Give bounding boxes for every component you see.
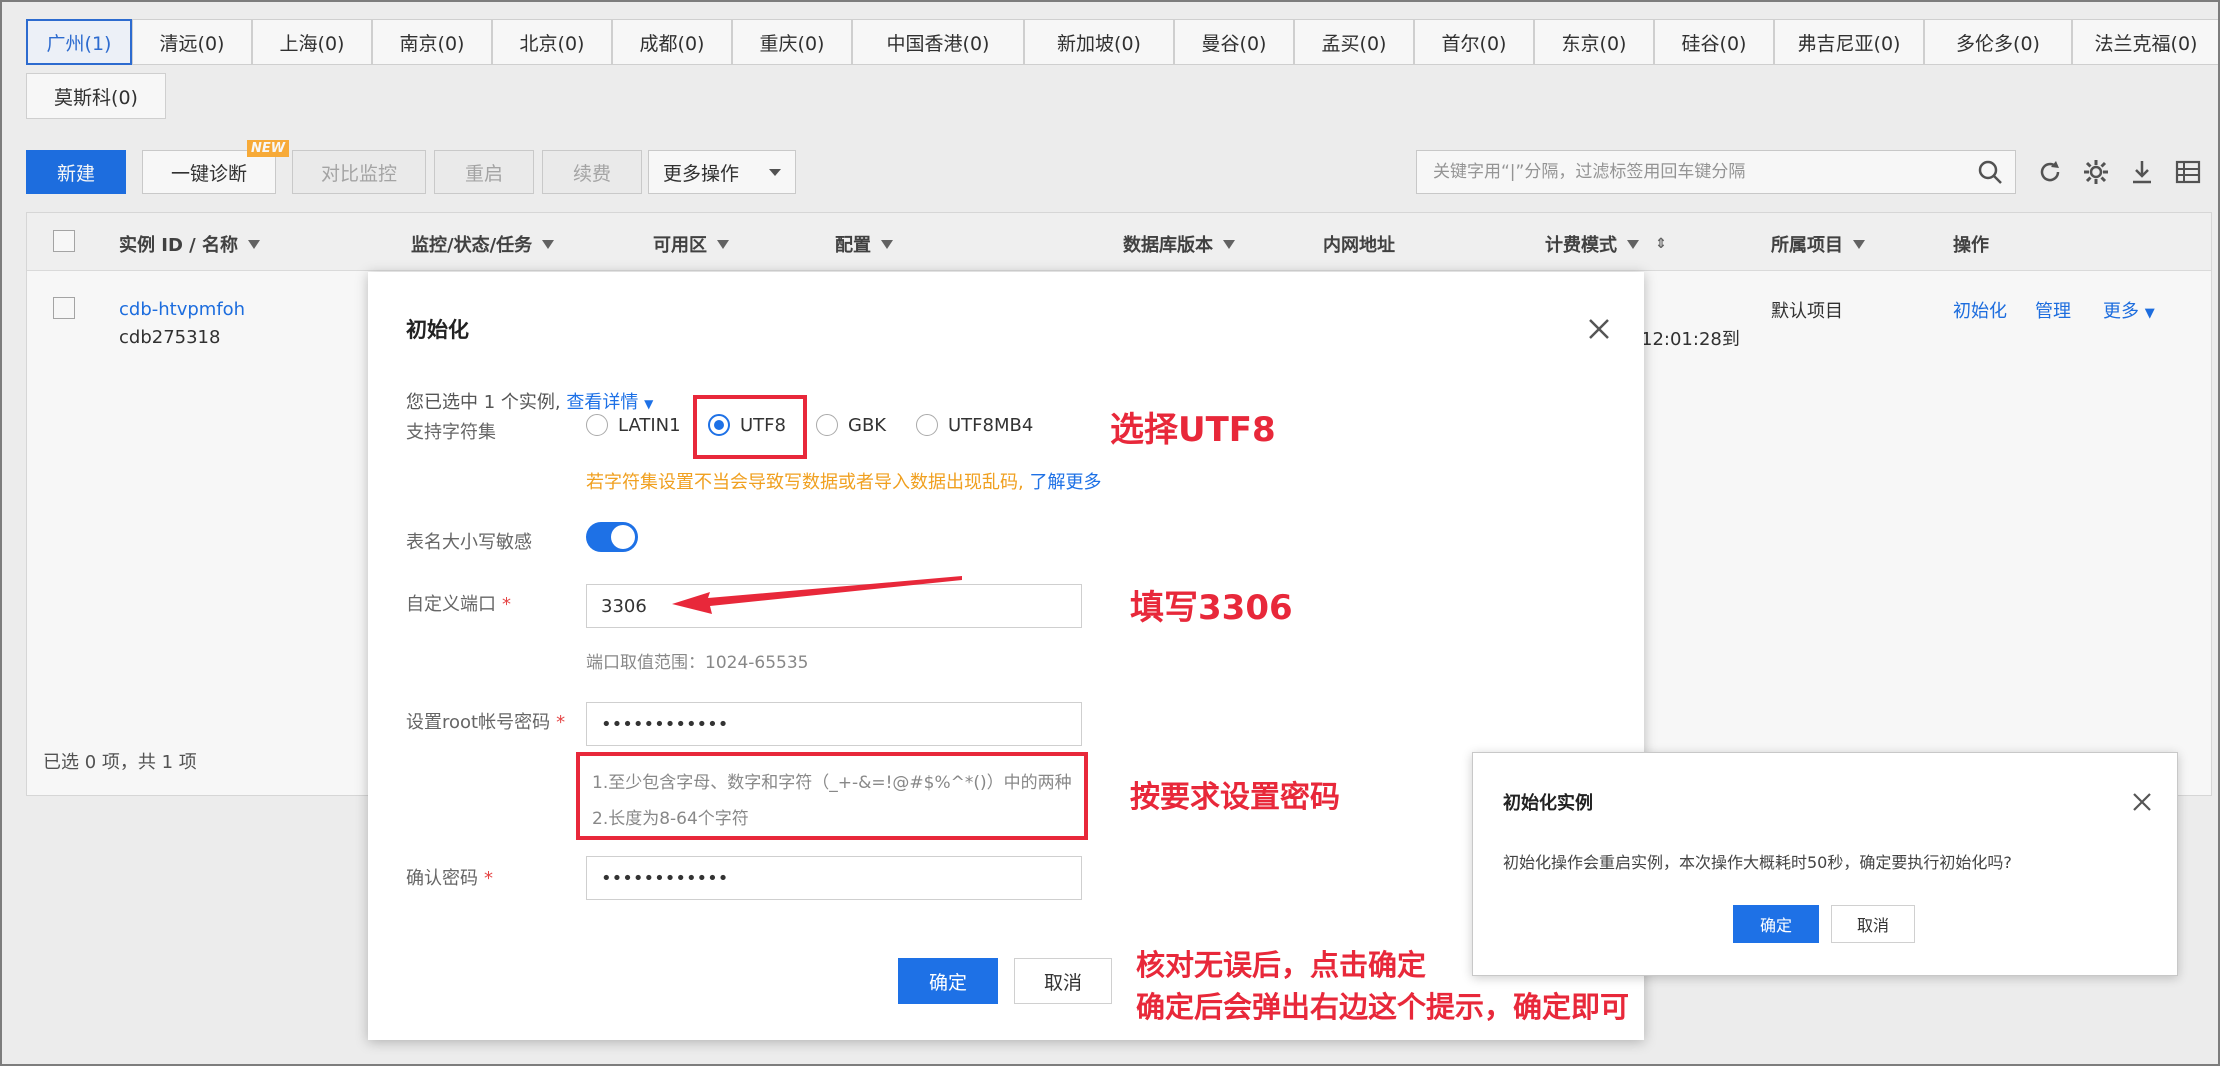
- required-mark: *: [484, 868, 493, 889]
- radio-circle: [816, 414, 838, 436]
- chevron-down-icon: ▼: [644, 397, 654, 411]
- close-icon[interactable]: [2131, 791, 2153, 813]
- console-frame: 广州(1) 清远(0) 上海(0) 南京(0) 北京(0) 成都(0) 重庆(0…: [0, 0, 2220, 1066]
- dialog-cancel-button[interactable]: 取消: [1014, 958, 1112, 1004]
- charset-label: 支持字符集: [406, 422, 496, 443]
- charset-gbk-radio[interactable]: GBK: [816, 414, 886, 436]
- password-rule-1: 1.至少包含字母、数字和字符（_+-&=!@#$%^*()）中的两种: [592, 773, 1072, 793]
- view-details-link[interactable]: 查看详情: [566, 392, 638, 413]
- annotation-check-confirm-1: 核对无误后，点击确定: [1136, 948, 1427, 982]
- annotation-set-password: 按要求设置密码: [1130, 780, 1340, 815]
- selected-summary: 您已选中 1 个实例, 查看详情 ▼: [406, 392, 654, 413]
- root-password-field: [586, 702, 1082, 746]
- annotation-select-utf8: 选择UTF8: [1110, 410, 1276, 450]
- utf8-highlight-box: [693, 395, 807, 459]
- confirm-ok-button[interactable]: 确定: [1733, 905, 1819, 943]
- password-rules-box: 1.至少包含字母、数字和字符（_+-&=!@#$%^*()）中的两种 2.长度为…: [576, 752, 1088, 840]
- annotation-check-confirm-2: 确定后会弹出右边这个提示，确定即可: [1136, 990, 1630, 1024]
- root-password-label: 设置root帐号密码 *: [406, 712, 566, 733]
- close-icon[interactable]: [1586, 316, 1612, 342]
- required-mark: *: [502, 594, 511, 615]
- confirm-password-field: [586, 856, 1082, 900]
- confirm-init-dialog: 初始化实例 初始化操作会重启实例，本次操作大概耗时50秒，确定要执行初始化吗? …: [1472, 752, 2178, 976]
- radio-circle: [586, 414, 608, 436]
- dialog-title: 初始化: [406, 318, 469, 342]
- root-password-input[interactable]: [601, 713, 1061, 735]
- confirm-password-input[interactable]: [601, 867, 1061, 889]
- confirm-message: 初始化操作会重启实例，本次操作大概耗时50秒，确定要执行初始化吗?: [1503, 853, 2012, 872]
- charset-utf8mb4-radio[interactable]: UTF8MB4: [916, 414, 1033, 436]
- charset-warning: 若字符集设置不当会导致写数据或者导入数据出现乱码, 了解更多: [586, 472, 1102, 493]
- case-sensitive-toggle[interactable]: [586, 522, 638, 552]
- case-sensitive-label: 表名大小写敏感: [406, 532, 532, 553]
- radio-circle: [916, 414, 938, 436]
- confirm-title: 初始化实例: [1503, 793, 1593, 814]
- required-mark: *: [556, 712, 566, 733]
- port-label: 自定义端口 *: [406, 594, 511, 615]
- port-hint: 端口取值范围：1024-65535: [586, 653, 809, 673]
- confirm-password-label: 确认密码 *: [406, 868, 493, 889]
- init-dialog: 初始化 您已选中 1 个实例, 查看详情 ▼ 支持字符集 LATIN1 UTF8…: [368, 272, 1644, 1040]
- confirm-cancel-button[interactable]: 取消: [1831, 905, 1915, 943]
- learn-more-link[interactable]: 了解更多: [1029, 472, 1101, 493]
- password-rule-2: 2.长度为8-64个字符: [592, 809, 749, 829]
- dialog-ok-button[interactable]: 确定: [898, 958, 998, 1004]
- annotation-arrow: [672, 576, 962, 614]
- annotation-fill-port: 填写3306: [1130, 588, 1293, 628]
- charset-latin1-radio[interactable]: LATIN1: [586, 414, 681, 436]
